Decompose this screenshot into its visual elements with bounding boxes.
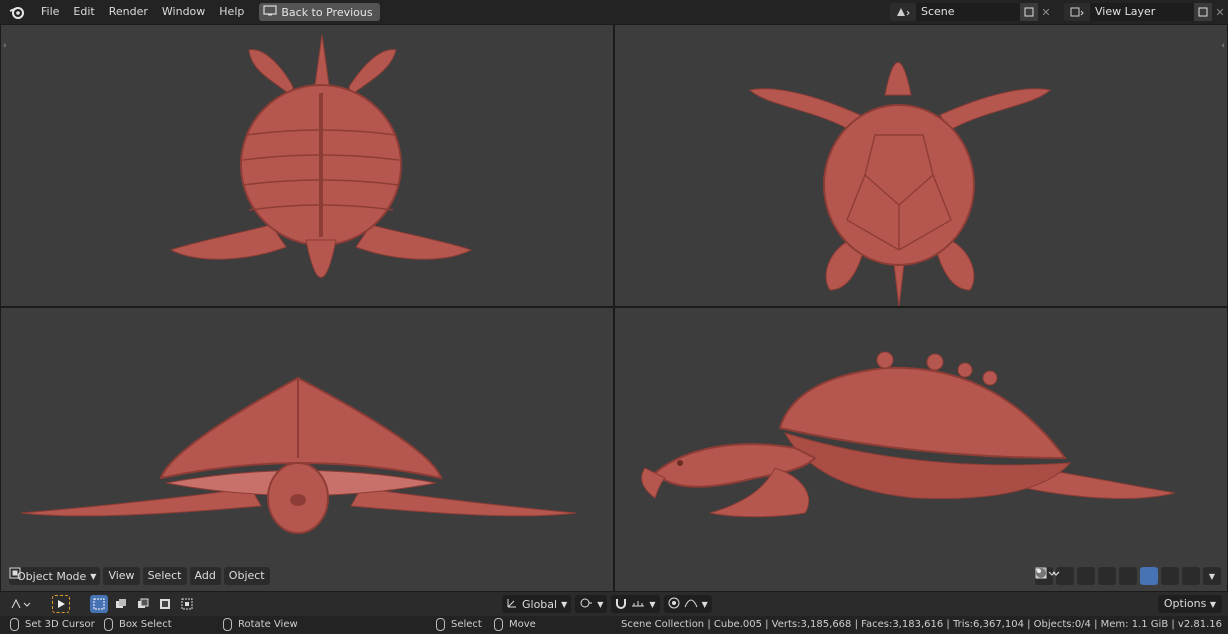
select-subtract-icon[interactable]: [134, 595, 152, 613]
scene-new-icon[interactable]: [1020, 3, 1038, 21]
snap-magnet-icon[interactable]: [615, 597, 627, 612]
options-label: Options: [1163, 597, 1207, 610]
header-menu-object[interactable]: Object: [223, 567, 270, 585]
chevron-down-icon: ▼: [561, 599, 568, 609]
viewport-top-right[interactable]: ‹: [615, 25, 1227, 306]
chevron-down-icon: ▼: [701, 599, 708, 609]
mouse-right-drag-icon: [494, 618, 503, 631]
view-layer-close-icon[interactable]: ✕: [1212, 3, 1228, 21]
tool-settings-bar: Global ▼ ▼ ▼ ▼ Options ▼: [0, 592, 1228, 616]
select-extend-icon[interactable]: [112, 595, 130, 613]
options-dropdown[interactable]: Options ▼: [1157, 595, 1222, 613]
scene-selector-group: Scene ✕ View Layer ✕: [890, 3, 1228, 21]
chevron-down-icon: ▼: [649, 599, 656, 609]
proportional-edit-icon[interactable]: [668, 597, 680, 612]
hint-label: Set 3D Cursor: [25, 619, 95, 630]
view-layer-browse-icon[interactable]: [1064, 3, 1090, 21]
hint-label: Box Select: [119, 619, 172, 630]
material-shading-icon[interactable]: [1036, 567, 1179, 585]
transform-settings: Global ▼ ▼ ▼ ▼: [502, 595, 712, 613]
hint-label: Move: [509, 619, 536, 630]
shading-options-chevron-icon[interactable]: ▼: [1203, 567, 1221, 585]
mouse-drag-icon: [104, 618, 113, 631]
proportional-editing-group: ▼: [663, 595, 712, 613]
transform-orientation-label: Global: [522, 597, 558, 611]
mouse-right-click-icon: [436, 618, 445, 631]
scene-name-field[interactable]: Scene: [916, 3, 1020, 21]
header-menu-add[interactable]: Add: [189, 567, 221, 585]
select-invert-icon[interactable]: [156, 595, 174, 613]
active-tool-icon[interactable]: [52, 595, 70, 613]
viewport-top-left[interactable]: ›: [1, 25, 613, 306]
viewport-header: Object Mode ▼ View Select Add Object: [9, 567, 270, 585]
scene-statistics: Scene Collection | Cube.005 | Verts:3,18…: [621, 619, 1222, 630]
menu-window[interactable]: Window: [155, 0, 212, 24]
object-mode-dropdown[interactable]: Object Mode ▼: [9, 567, 101, 585]
hint-label: Select: [451, 619, 482, 630]
hint-set-3d-cursor: Set 3D Cursor: [10, 618, 95, 631]
solid-shading-icon[interactable]: [1036, 567, 1158, 585]
overlays-toggle-icon[interactable]: [1036, 567, 1095, 585]
turtle-side-view: [641, 351, 1176, 518]
editor-type-icon[interactable]: [8, 595, 34, 613]
falloff-curve-icon[interactable]: [684, 597, 698, 612]
tool-settings-left: [8, 595, 196, 613]
hint-select: Select: [436, 618, 482, 631]
chevron-down-icon: ▼: [90, 571, 97, 581]
wireframe-shading-icon[interactable]: [1035, 567, 1137, 585]
chevron-down-icon: ▼: [1209, 600, 1216, 609]
scene-close-icon[interactable]: ✕: [1038, 3, 1054, 21]
select-new-icon[interactable]: [90, 595, 108, 613]
menu-file[interactable]: File: [34, 0, 66, 24]
menu-render[interactable]: Render: [102, 0, 155, 24]
snapping-group: ▼: [611, 595, 660, 613]
turtle-bottom-view: [748, 62, 1052, 306]
top-menu-bar: File Edit Render Window Help Back to Pre…: [0, 0, 1228, 24]
back-to-previous-button[interactable]: Back to Previous: [259, 3, 380, 21]
scene-browse-icon[interactable]: [890, 3, 916, 21]
orientation-axes-icon: [506, 597, 518, 612]
snap-increment-icon[interactable]: [631, 597, 645, 612]
header-menu-view[interactable]: View: [103, 567, 140, 585]
chevron-down-icon: ▼: [597, 599, 604, 609]
pivot-point-icon: [579, 597, 593, 612]
status-bar: Set 3D Cursor Box Select Rotate View Sel…: [0, 616, 1228, 634]
hint-rotate-view: Rotate View: [223, 618, 298, 631]
menu-help[interactable]: Help: [212, 0, 251, 24]
view-layer-new-icon[interactable]: [1194, 3, 1212, 21]
pivot-point-dropdown[interactable]: ▼: [575, 595, 608, 613]
view-layer-name-field[interactable]: View Layer: [1090, 3, 1194, 21]
turtle-top-view: [169, 34, 473, 278]
hint-move: Move: [494, 618, 536, 631]
screen-icon: [263, 5, 277, 19]
viewport-bottom-left[interactable]: Object Mode ▼ View Select Add Object: [1, 308, 613, 591]
mouse-left-click-icon: [10, 618, 19, 631]
quad-viewport-area: › ‹ Object Mode ▼ View Select Add Object…: [0, 24, 1228, 592]
hint-label: Rotate View: [238, 619, 298, 630]
select-intersect-icon[interactable]: [178, 595, 196, 613]
header-menu-select[interactable]: Select: [142, 567, 187, 585]
hint-box-select: Box Select: [104, 618, 172, 631]
viewport-bottom-right[interactable]: ▼: [615, 308, 1227, 591]
transform-orientation-dropdown[interactable]: Global ▼: [502, 595, 572, 613]
turtle-front-view: [20, 376, 577, 534]
menu-edit[interactable]: Edit: [66, 0, 101, 24]
xray-toggle-icon[interactable]: [1035, 567, 1116, 585]
viewport-shading-header: ▼: [1035, 567, 1221, 585]
back-to-previous-label: Back to Previous: [281, 5, 373, 19]
mouse-middle-click-icon: [223, 618, 232, 631]
rendered-shading-icon[interactable]: [1036, 567, 1200, 585]
object-mode-label: Object Mode: [17, 569, 87, 583]
blender-logo-icon[interactable]: [0, 0, 34, 24]
